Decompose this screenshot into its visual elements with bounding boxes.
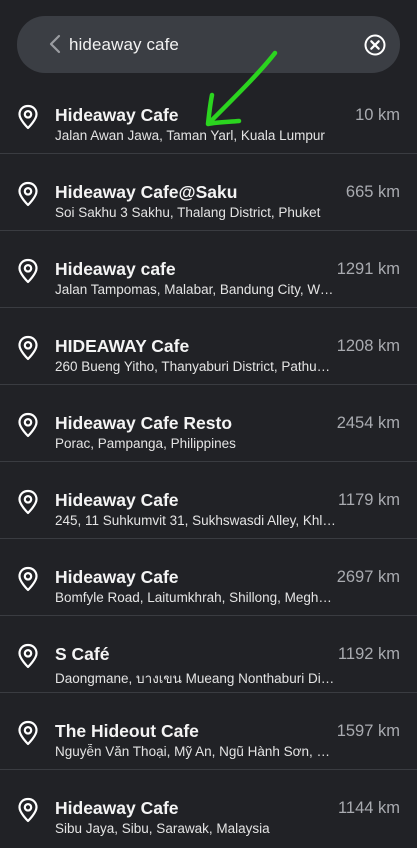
result-distance: 665 km (345, 183, 400, 201)
result-distance: 1192 km (337, 645, 400, 663)
result-name: Hideaway Cafe@Saku (55, 182, 238, 202)
result-distance: 1144 km (337, 799, 400, 817)
location-pin-icon (18, 489, 38, 515)
result-name: Hideaway Cafe (55, 567, 179, 587)
result-name: Hideaway Cafe (55, 490, 179, 510)
result-address: Porac, Pampanga, Philippines (55, 436, 236, 451)
list-item[interactable]: S Café Daongmane, บางเขน Mueang Nonthabu… (0, 616, 417, 693)
location-pin-icon (18, 181, 38, 207)
result-address: Jalan Tampomas, Malabar, Bandung City, W… (55, 282, 337, 297)
result-distance: 2697 km (336, 568, 400, 586)
list-item[interactable]: Hideaway Cafe Bomfyle Road, Laitumkhrah,… (0, 539, 417, 616)
list-item[interactable]: Hideaway Cafe Resto Porac, Pampanga, Phi… (0, 385, 417, 462)
result-name: Hideaway Cafe (55, 798, 179, 818)
list-item[interactable]: HIDEAWAY Cafe 260 Bueng Yitho, Thanyabur… (0, 308, 417, 385)
list-item[interactable]: The Hideout Cafe Nguyễn Văn Thoại, Mỹ An… (0, 693, 417, 770)
location-pin-icon (18, 412, 38, 438)
result-name: Hideaway Cafe Resto (55, 413, 233, 433)
result-distance: 1597 km (336, 722, 400, 740)
result-address: 260 Bueng Yitho, Thanyaburi District, Pa… (55, 359, 337, 374)
list-item[interactable]: Hideaway cafe Jalan Tampomas, Malabar, B… (0, 231, 417, 308)
result-address: Bomfyle Road, Laitumkhrah, Shillong, Meg… (55, 590, 337, 605)
list-item[interactable]: Hideaway Cafe Sibu Jaya, Sibu, Sarawak, … (0, 770, 417, 847)
search-bar[interactable]: hideaway cafe (17, 16, 400, 73)
result-name: The Hideout Cafe (55, 721, 199, 741)
result-distance: 2454 km (336, 414, 400, 432)
results-list: Hideaway Cafe Jalan Awan Jawa, Taman Yar… (0, 77, 417, 847)
result-address: Soi Sakhu 3 Sakhu, Thalang District, Phu… (55, 205, 321, 220)
result-address: Sibu Jaya, Sibu, Sarawak, Malaysia (55, 821, 270, 836)
result-name: Hideaway cafe (55, 259, 176, 279)
result-distance: 1179 km (337, 491, 400, 509)
result-address: 245, 11 Suhkumvit 31, Sukhswasdi Alley, … (55, 513, 337, 528)
list-item[interactable]: Hideaway Cafe 245, 11 Suhkumvit 31, Sukh… (0, 462, 417, 539)
location-pin-icon (18, 797, 38, 823)
list-item[interactable]: Hideaway Cafe Jalan Awan Jawa, Taman Yar… (0, 77, 417, 154)
result-name: Hideaway Cafe (55, 105, 179, 125)
location-pin-icon (18, 104, 38, 130)
result-name: S Café (55, 644, 110, 664)
result-name: HIDEAWAY Cafe (55, 336, 190, 356)
location-pin-icon (18, 335, 38, 361)
result-distance: 10 km (355, 106, 400, 124)
location-pin-icon (18, 643, 38, 669)
result-distance: 1291 km (336, 260, 400, 278)
result-distance: 1208 km (336, 337, 400, 355)
chevron-left-icon[interactable] (45, 33, 67, 55)
location-pin-icon (18, 258, 38, 284)
result-address: Daongmane, บางเขน Mueang Nonthaburi Dist… (55, 671, 337, 686)
location-pin-icon (18, 720, 38, 746)
close-circle-icon[interactable] (363, 33, 387, 57)
list-item[interactable]: Hideaway Cafe@Saku Soi Sakhu 3 Sakhu, Th… (0, 154, 417, 231)
result-address: Jalan Awan Jawa, Taman Yarl, Kuala Lumpu… (55, 128, 325, 143)
search-input[interactable]: hideaway cafe (69, 16, 179, 73)
location-pin-icon (18, 566, 38, 592)
result-address: Nguyễn Văn Thoại, Mỹ An, Ngũ Hành Sơn, D… (55, 744, 337, 759)
